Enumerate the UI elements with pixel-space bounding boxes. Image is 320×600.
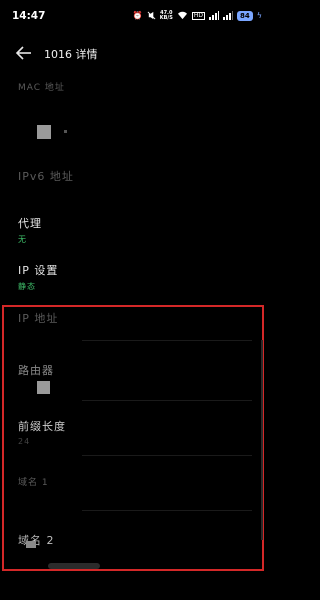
dns2-field[interactable]: 域名 2 [18, 532, 248, 548]
prefix-length-value: 24 [18, 437, 31, 446]
status-time: 14:47 [12, 10, 46, 22]
dns2-label: 域名 2 [18, 534, 55, 547]
mute-icon [147, 11, 156, 22]
ipv6-address-label: IPv6 地址 [18, 170, 74, 183]
scrollbar[interactable] [261, 340, 263, 540]
battery-indicator: 84 [236, 11, 253, 21]
proxy-label: 代理 [18, 217, 42, 230]
hd-icon: HD [191, 12, 205, 20]
ip-address-underline [82, 340, 252, 341]
router-field[interactable]: 路由器 [18, 362, 248, 378]
ip-settings-value: 静态 [18, 282, 36, 291]
dns1-field[interactable]: 域名 1 [18, 475, 248, 488]
ipv6-address-row: IPv6 地址 [18, 168, 248, 184]
ip-settings-row[interactable]: IP 设置 静态 [18, 262, 248, 292]
ip-address-field[interactable]: IP 地址 [18, 310, 248, 326]
router-label: 路由器 [18, 364, 54, 377]
redacted-block-3 [26, 541, 36, 548]
router-underline [82, 400, 252, 401]
ip-address-label: IP 地址 [18, 312, 59, 325]
signal-icon [208, 10, 219, 22]
bottom-handle [48, 563, 100, 569]
status-bar: 14:47 ⏰ 47.0 KB/S HD 84 ϟ [0, 0, 270, 32]
prefix-length-label: 前缀长度 [18, 420, 66, 433]
ip-settings-label: IP 设置 [18, 264, 59, 277]
wifi-icon [177, 11, 188, 22]
proxy-row[interactable]: 代理 无 [18, 215, 248, 245]
charging-icon: ϟ [256, 11, 262, 20]
app-header: 1016 详情 [0, 38, 270, 68]
dot-marker [64, 130, 67, 133]
proxy-value: 无 [18, 235, 27, 244]
mac-address-row: MAC 地址 [18, 80, 248, 93]
dns1-label: 域名 1 [18, 478, 49, 488]
net-speed-unit: KB/S [159, 15, 173, 21]
redacted-block [37, 125, 51, 139]
mac-address-label: MAC 地址 [18, 83, 65, 93]
alarm-icon: ⏰ [132, 11, 143, 20]
dns1-underline [82, 510, 252, 511]
prefix-length-underline [82, 455, 252, 456]
signal-icon-2 [222, 10, 233, 22]
arrow-left-icon [15, 46, 31, 60]
back-button[interactable] [14, 44, 34, 62]
status-icons: ⏰ 47.0 KB/S HD 84 ϟ [133, 9, 262, 23]
redacted-block-2 [37, 381, 50, 394]
net-speed: 47.0 KB/S [160, 11, 173, 21]
prefix-length-field[interactable]: 前缀长度 24 [18, 418, 248, 446]
page-title: 1016 详情 [44, 48, 98, 61]
